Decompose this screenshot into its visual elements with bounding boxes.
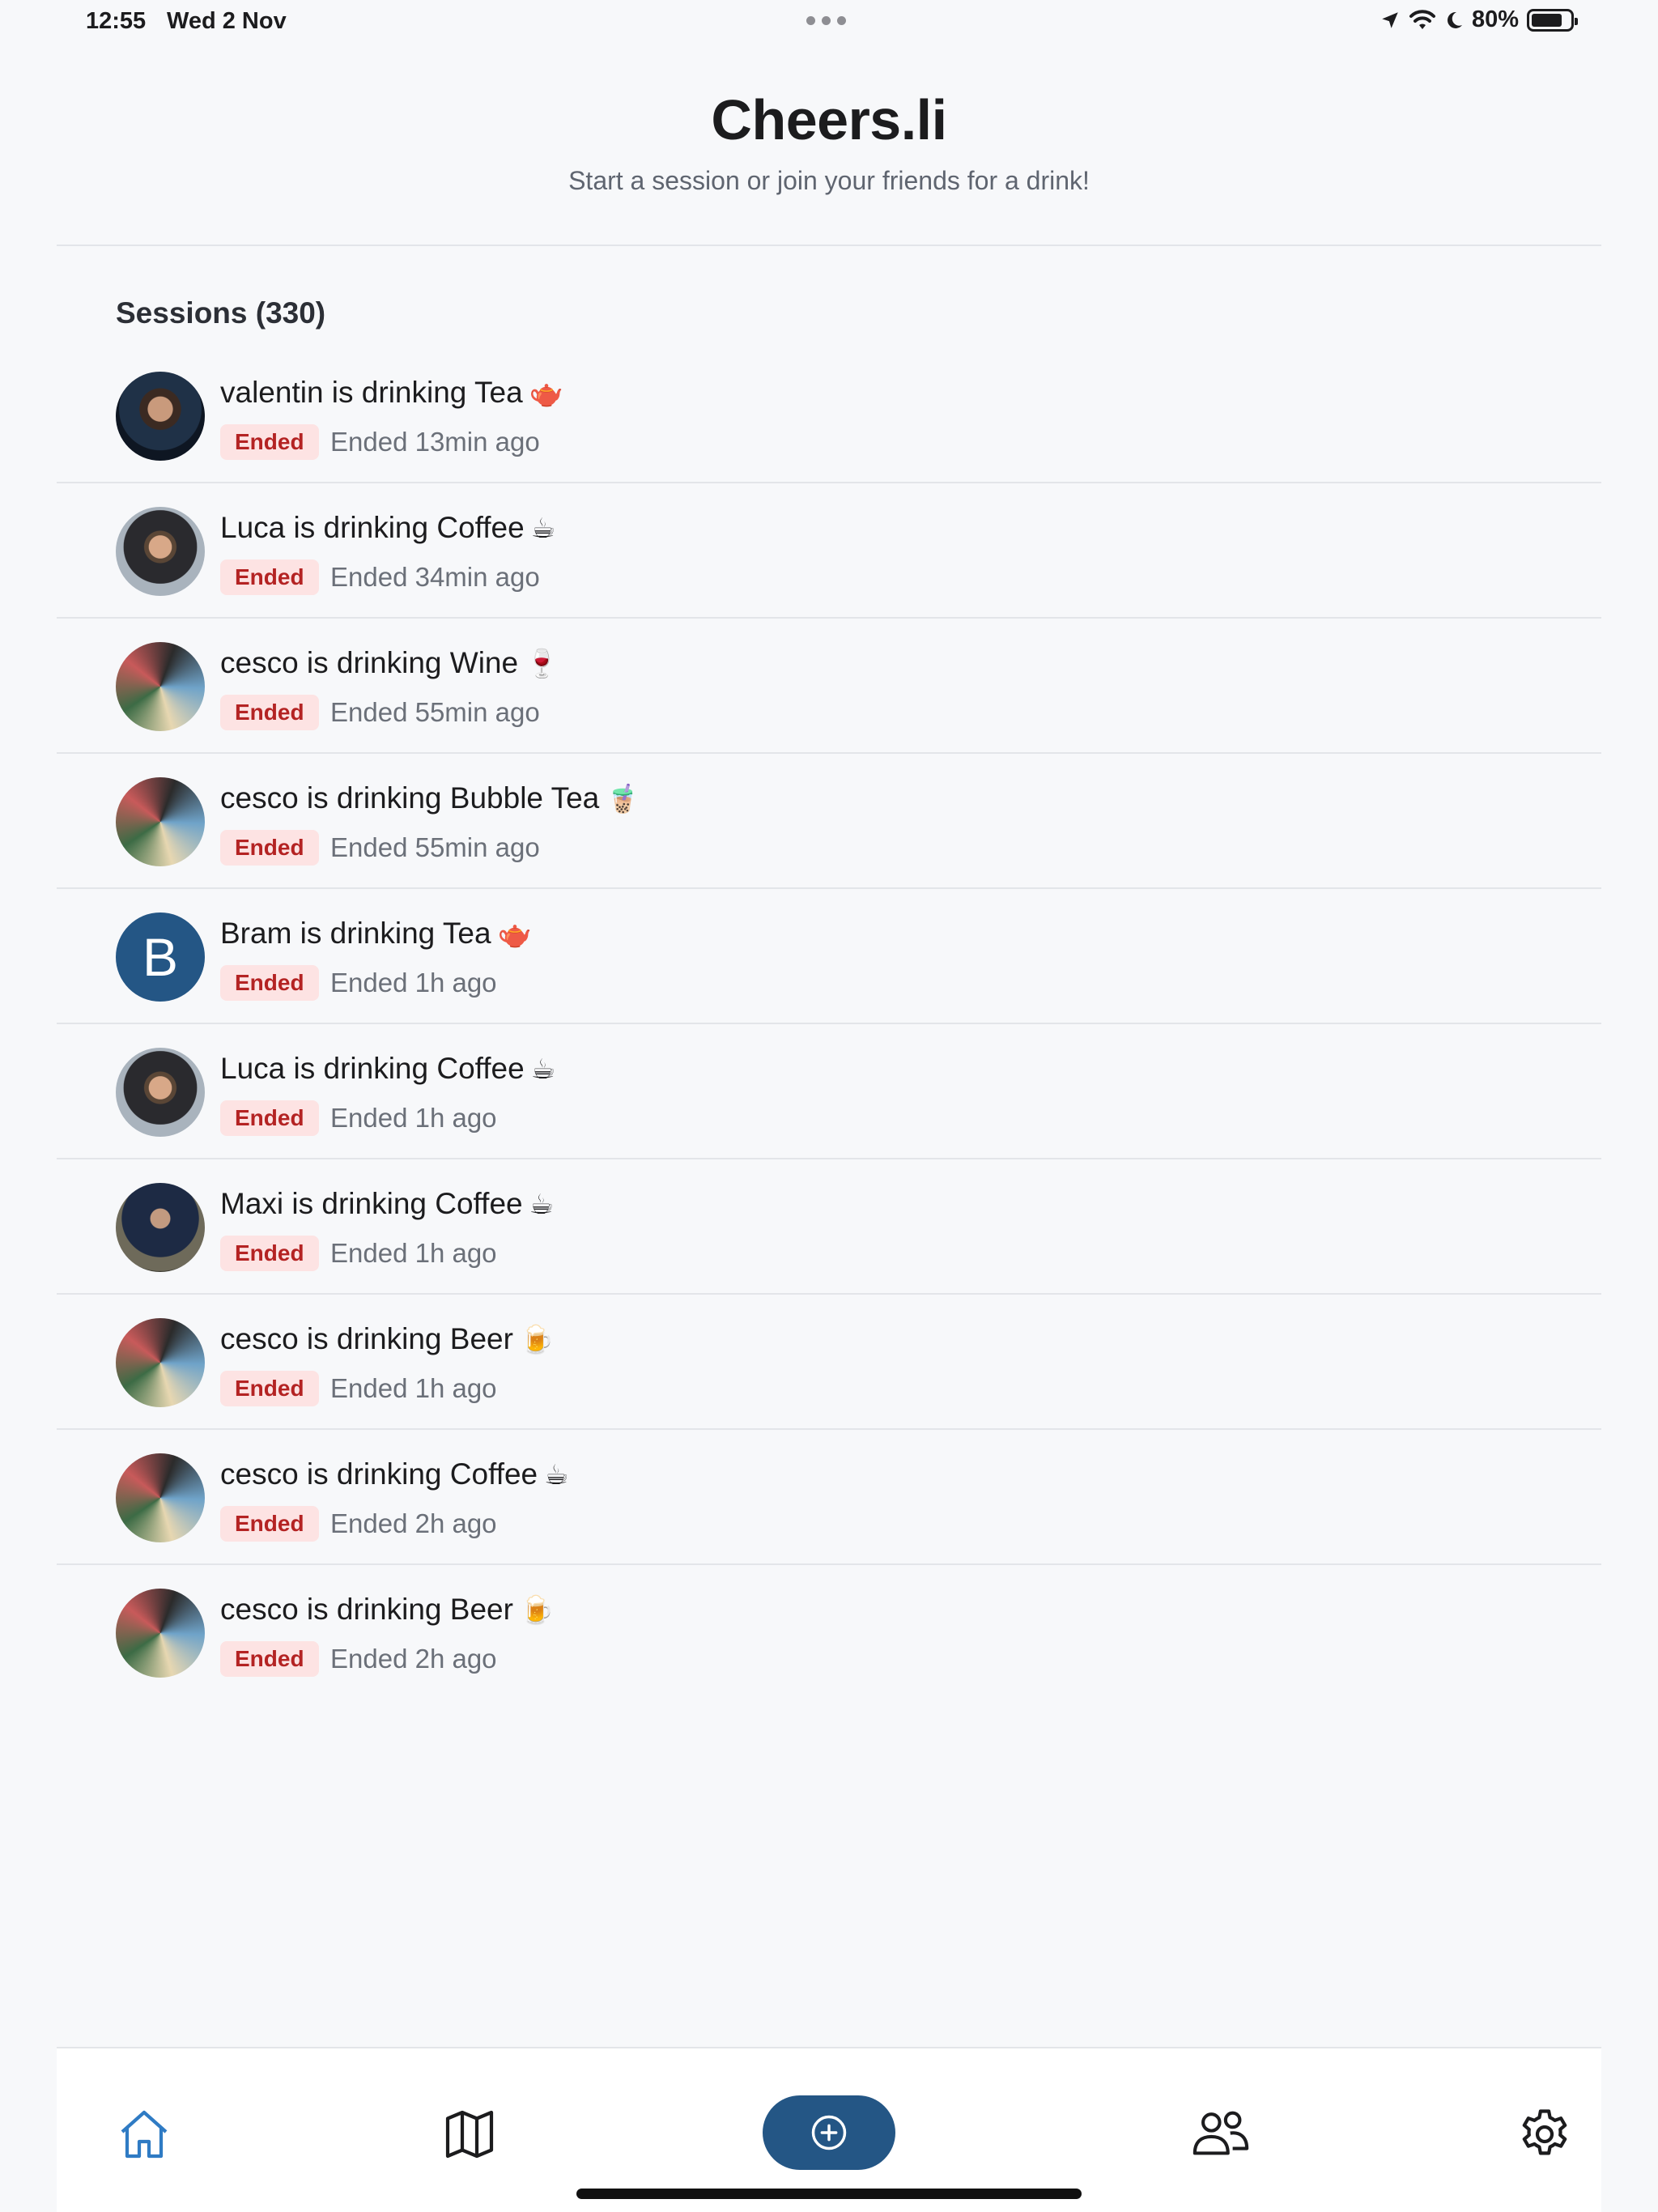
status-badge: Ended xyxy=(220,559,319,595)
avatar xyxy=(116,1589,205,1678)
app-subtitle: Start a session or join your friends for… xyxy=(568,166,1090,195)
drink-emoji-icon: ☕ xyxy=(544,1460,569,1491)
tab-bar xyxy=(57,2047,1601,2212)
status-badge: Ended xyxy=(220,695,319,730)
session-title-text: Bram is drinking Tea xyxy=(220,917,491,950)
session-title: Maxi is drinking Coffee ☕ xyxy=(220,1187,554,1221)
tab-friends[interactable] xyxy=(1188,2102,1253,2167)
session-title-text: cesco is drinking Wine xyxy=(220,646,519,679)
session-title: Bram is drinking Tea 🫖 xyxy=(220,917,532,951)
app-screen: 12:55 Wed 2 Nov 80% Cheers.li Start a se… xyxy=(0,0,1658,2212)
app-title: Cheers.li xyxy=(711,88,947,151)
avatar xyxy=(116,1453,205,1542)
avatar xyxy=(116,507,205,596)
session-title: cesco is drinking Wine 🍷 xyxy=(220,646,559,680)
avatar xyxy=(116,642,205,731)
session-row[interactable]: cesco is drinking Beer 🍺 Ended Ended 1h ago xyxy=(57,1295,1601,1430)
session-title: cesco is drinking Bubble Tea 🧋 xyxy=(220,781,640,815)
status-badge: Ended xyxy=(220,1641,319,1677)
session-time: Ended 13min ago xyxy=(330,427,540,457)
session-time: Ended 2h ago xyxy=(330,1508,497,1538)
session-row[interactable]: B Bram is drinking Tea 🫖 Ended Ended 1h ago xyxy=(57,889,1601,1024)
drink-emoji-icon: 🫖 xyxy=(529,378,563,409)
status-badge: Ended xyxy=(220,830,319,866)
session-title-text: cesco is drinking Beer xyxy=(220,1322,513,1355)
session-title: valentin is drinking Tea 🫖 xyxy=(220,376,563,410)
status-indicators: 80% xyxy=(1380,6,1578,33)
map-icon xyxy=(445,2110,494,2159)
tab-map[interactable] xyxy=(437,2102,502,2167)
session-title-text: Maxi is drinking Coffee xyxy=(220,1187,523,1220)
session-title-text: Luca is drinking Coffee xyxy=(220,1052,525,1085)
session-title-text: cesco is drinking Coffee xyxy=(220,1457,538,1491)
drink-emoji-icon: 🍺 xyxy=(519,1325,555,1355)
header-divider xyxy=(57,245,1601,246)
session-row[interactable]: valentin is drinking Tea 🫖 Ended Ended 13mi… xyxy=(57,348,1601,483)
session-title-text: cesco is drinking Bubble Tea xyxy=(220,781,600,815)
session-row[interactable]: cesco is drinking Wine 🍷 Ended Ended 55min … xyxy=(57,619,1601,754)
session-row[interactable]: cesco is drinking Beer 🍺 Ended Ended 2h ago xyxy=(57,1565,1601,1700)
status-badge: Ended xyxy=(220,1506,319,1542)
drink-emoji-icon: 🧋 xyxy=(606,784,640,815)
plus-circle-icon xyxy=(811,2115,847,2150)
session-time: Ended 55min ago xyxy=(330,697,540,727)
sessions-heading: Sessions (330) xyxy=(116,296,326,330)
session-time: Ended 55min ago xyxy=(330,832,540,862)
session-title: cesco is drinking Beer 🍺 xyxy=(220,1593,554,1627)
home-indicator[interactable] xyxy=(576,2189,1082,2199)
status-badge: Ended xyxy=(220,1236,319,1271)
session-row[interactable]: Luca is drinking Coffee ☕ Ended Ended 34min… xyxy=(57,483,1601,619)
moon-icon xyxy=(1447,11,1462,28)
drink-emoji-icon: 🍷 xyxy=(525,649,559,679)
session-row[interactable]: cesco is drinking Coffee ☕ Ended Ended 2h a… xyxy=(57,1430,1601,1565)
status-date: Wed 2 Nov xyxy=(167,8,287,34)
wifi-icon xyxy=(1409,9,1435,29)
drink-emoji-icon: ☕ xyxy=(530,1054,556,1085)
status-bar: 12:55 Wed 2 Nov 80% xyxy=(0,0,1658,45)
session-title-text: valentin is drinking Tea xyxy=(220,376,523,409)
session-title-text: Luca is drinking Coffee xyxy=(220,511,525,544)
session-row[interactable]: Maxi is drinking Coffee ☕ Ended Ended 1h ag… xyxy=(57,1159,1601,1295)
users-icon xyxy=(1192,2111,1249,2155)
avatar: B xyxy=(116,912,205,1002)
avatar xyxy=(116,1183,205,1272)
battery-percent: 80% xyxy=(1471,6,1519,32)
gear-icon xyxy=(1522,2109,1567,2155)
session-title-text: cesco is drinking Beer xyxy=(220,1593,513,1626)
status-badge: Ended xyxy=(220,1100,319,1136)
session-time: Ended 1h ago xyxy=(330,1373,497,1403)
avatar xyxy=(116,372,205,461)
session-list: valentin is drinking Tea 🫖 Ended Ended 13mi… xyxy=(57,348,1601,1700)
home-icon xyxy=(121,2110,168,2159)
session-time: Ended 1h ago xyxy=(330,1238,497,1268)
tab-home[interactable] xyxy=(112,2102,176,2167)
avatar xyxy=(116,1048,205,1137)
new-session-button[interactable] xyxy=(763,2095,895,2170)
session-time: Ended 2h ago xyxy=(330,1644,497,1674)
session-time: Ended 1h ago xyxy=(330,1103,497,1133)
avatar xyxy=(116,777,205,866)
status-badge: Ended xyxy=(220,1371,319,1406)
drink-emoji-icon: ☕ xyxy=(530,513,556,544)
session-time: Ended 34min ago xyxy=(330,562,540,592)
status-badge: Ended xyxy=(220,965,319,1001)
battery-icon xyxy=(1527,8,1578,32)
session-title: cesco is drinking Coffee ☕ xyxy=(220,1457,569,1491)
drink-emoji-icon: 🍺 xyxy=(519,1595,555,1626)
drink-emoji-icon: ☕ xyxy=(529,1189,555,1220)
status-time: 12:55 xyxy=(86,8,147,34)
session-title: cesco is drinking Beer 🍺 xyxy=(220,1322,554,1356)
session-title: Luca is drinking Coffee ☕ xyxy=(220,511,555,545)
session-title: Luca is drinking Coffee ☕ xyxy=(220,1052,555,1086)
avatar xyxy=(116,1318,205,1407)
tab-settings[interactable] xyxy=(1512,2102,1577,2167)
location-arrow-icon xyxy=(1382,11,1398,28)
status-badge: Ended xyxy=(220,424,319,460)
drink-emoji-icon: 🫖 xyxy=(497,919,532,950)
session-row[interactable]: Luca is drinking Coffee ☕ Ended Ended 1h ag… xyxy=(57,1024,1601,1159)
session-time: Ended 1h ago xyxy=(330,968,497,998)
multitasking-dots-icon[interactable] xyxy=(806,16,846,25)
session-row[interactable]: cesco is drinking Bubble Tea 🧋 Ended Ended … xyxy=(57,754,1601,889)
